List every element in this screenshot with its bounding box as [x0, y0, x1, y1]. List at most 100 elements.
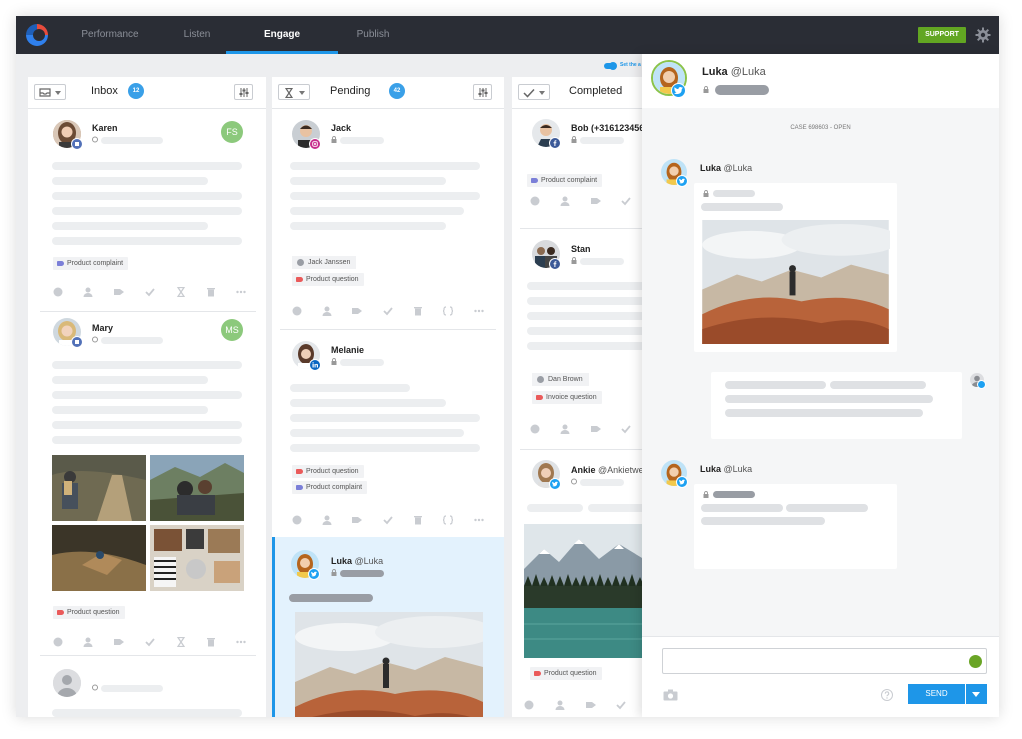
check-icon[interactable]: [145, 637, 155, 647]
info-icon[interactable]: [53, 637, 63, 647]
assign-user-icon[interactable]: [555, 700, 565, 710]
gear-icon[interactable]: [975, 27, 991, 43]
label-tag[interactable]: Product question: [53, 606, 125, 619]
skeleton-line: [701, 517, 825, 525]
assignee-tag[interactable]: Dan Brown: [532, 373, 589, 386]
tab-publish[interactable]: Publish: [338, 16, 408, 54]
author-name: Luka: [700, 163, 722, 173]
attached-photo[interactable]: [150, 525, 244, 591]
incoming-message[interactable]: [694, 484, 897, 569]
more-icon[interactable]: [474, 306, 484, 316]
assign-user-icon[interactable]: [560, 424, 570, 434]
tag-icon[interactable]: [591, 196, 601, 206]
attached-photo[interactable]: [524, 524, 652, 658]
check-icon[interactable]: [621, 196, 631, 206]
send-button[interactable]: SEND: [908, 684, 965, 704]
auto-assign-toggle[interactable]: [604, 62, 617, 70]
attached-photo[interactable]: [150, 455, 244, 521]
conversation-card[interactable]: Mary MS Product question: [28, 306, 266, 647]
tab-performance[interactable]: Performance: [70, 16, 150, 54]
info-icon[interactable]: [292, 306, 302, 316]
label-tag[interactable]: Product complaint: [292, 481, 368, 494]
conversation-card[interactable]: Ankie @Ankietwe Product question: [512, 449, 652, 717]
conversation-card[interactable]: Bob (+3161234567 Product complaint: [512, 115, 652, 215]
label-tag[interactable]: Product question: [530, 667, 602, 680]
assign-user-icon[interactable]: [83, 287, 93, 297]
completed-dropdown[interactable]: [518, 84, 550, 100]
tag-icon[interactable]: [352, 515, 362, 525]
info-icon[interactable]: [530, 196, 540, 206]
support-button[interactable]: SUPPORT: [918, 27, 966, 43]
label-tag[interactable]: Product question: [292, 273, 364, 286]
filter-button[interactable]: [473, 84, 492, 100]
conversation-card[interactable]: Melanie Product question Product complai…: [272, 329, 504, 529]
label-tag[interactable]: Product question: [292, 465, 364, 478]
conversation-card[interactable]: Stan Dan Brown Invoice question: [512, 228, 652, 434]
info-icon[interactable]: [292, 515, 302, 525]
check-icon[interactable]: [616, 700, 626, 710]
send-options-dropdown[interactable]: [966, 684, 987, 704]
inbox-header: Inbox 12: [28, 77, 266, 109]
skeleton-line: [588, 504, 648, 512]
tag-icon[interactable]: [114, 287, 124, 297]
tab-listen[interactable]: Listen: [162, 16, 232, 54]
info-icon[interactable]: [524, 700, 534, 710]
assign-user-icon[interactable]: [322, 515, 332, 525]
attached-photo[interactable]: [52, 525, 146, 591]
attached-photo[interactable]: [52, 455, 146, 521]
help-icon[interactable]: [881, 689, 893, 701]
trash-icon[interactable]: [413, 306, 423, 316]
more-icon[interactable]: [236, 637, 246, 647]
inbox-dropdown[interactable]: [34, 84, 66, 100]
tag-icon[interactable]: [591, 424, 601, 434]
trash-icon[interactable]: [206, 637, 216, 647]
skeleton-line: [715, 85, 769, 95]
assign-user-icon[interactable]: [83, 637, 93, 647]
check-icon[interactable]: [621, 424, 631, 434]
conversation-card[interactable]: Karen FS Product complaint: [28, 115, 266, 297]
conversation-card[interactable]: Jack Jack Janssen Product question: [272, 115, 504, 316]
code-icon[interactable]: [443, 515, 453, 525]
tab-engage[interactable]: Engage: [226, 16, 338, 54]
check-icon[interactable]: [145, 287, 155, 297]
assignee-tag[interactable]: Jack Janssen: [292, 256, 357, 269]
app-logo[interactable]: [26, 24, 48, 46]
contact-name: Karen: [92, 123, 118, 133]
tag-icon[interactable]: [586, 700, 596, 710]
label-tag[interactable]: Invoice question: [532, 391, 602, 404]
skeleton-line: [786, 504, 868, 512]
pending-dropdown[interactable]: [278, 84, 310, 100]
reply-input[interactable]: [662, 648, 987, 674]
trash-icon[interactable]: [206, 287, 216, 297]
skeleton-line: [830, 381, 926, 389]
incoming-message[interactable]: [694, 183, 897, 352]
contact-name: Stan: [571, 244, 591, 254]
check-icon[interactable]: [383, 306, 393, 316]
skeleton-line: [527, 297, 652, 305]
more-icon[interactable]: [236, 287, 246, 297]
label-tag[interactable]: Product complaint: [53, 257, 129, 270]
assign-user-icon[interactable]: [322, 306, 332, 316]
assign-user-icon[interactable]: [560, 196, 570, 206]
tag-icon[interactable]: [352, 306, 362, 316]
trash-icon[interactable]: [413, 515, 423, 525]
outgoing-message[interactable]: [711, 372, 962, 439]
attached-photo[interactable]: [701, 220, 890, 344]
filter-button[interactable]: [234, 84, 253, 100]
info-icon[interactable]: [53, 287, 63, 297]
code-icon[interactable]: [443, 306, 453, 316]
attached-photo[interactable]: [295, 612, 483, 717]
hourglass-icon[interactable]: [176, 637, 186, 647]
tag-icon[interactable]: [114, 637, 124, 647]
camera-icon[interactable]: [663, 689, 678, 701]
author-name: Luka: [700, 464, 722, 474]
selected-conversation-card[interactable]: Luka @Luka: [272, 537, 504, 717]
info-icon[interactable]: [530, 424, 540, 434]
conversation-card[interactable]: [28, 655, 266, 717]
skeleton-line: [527, 282, 652, 290]
more-icon[interactable]: [474, 515, 484, 525]
hourglass-icon[interactable]: [176, 287, 186, 297]
label-tag[interactable]: Product complaint: [527, 174, 603, 187]
check-icon[interactable]: [383, 515, 393, 525]
skeleton-line: [340, 359, 384, 366]
